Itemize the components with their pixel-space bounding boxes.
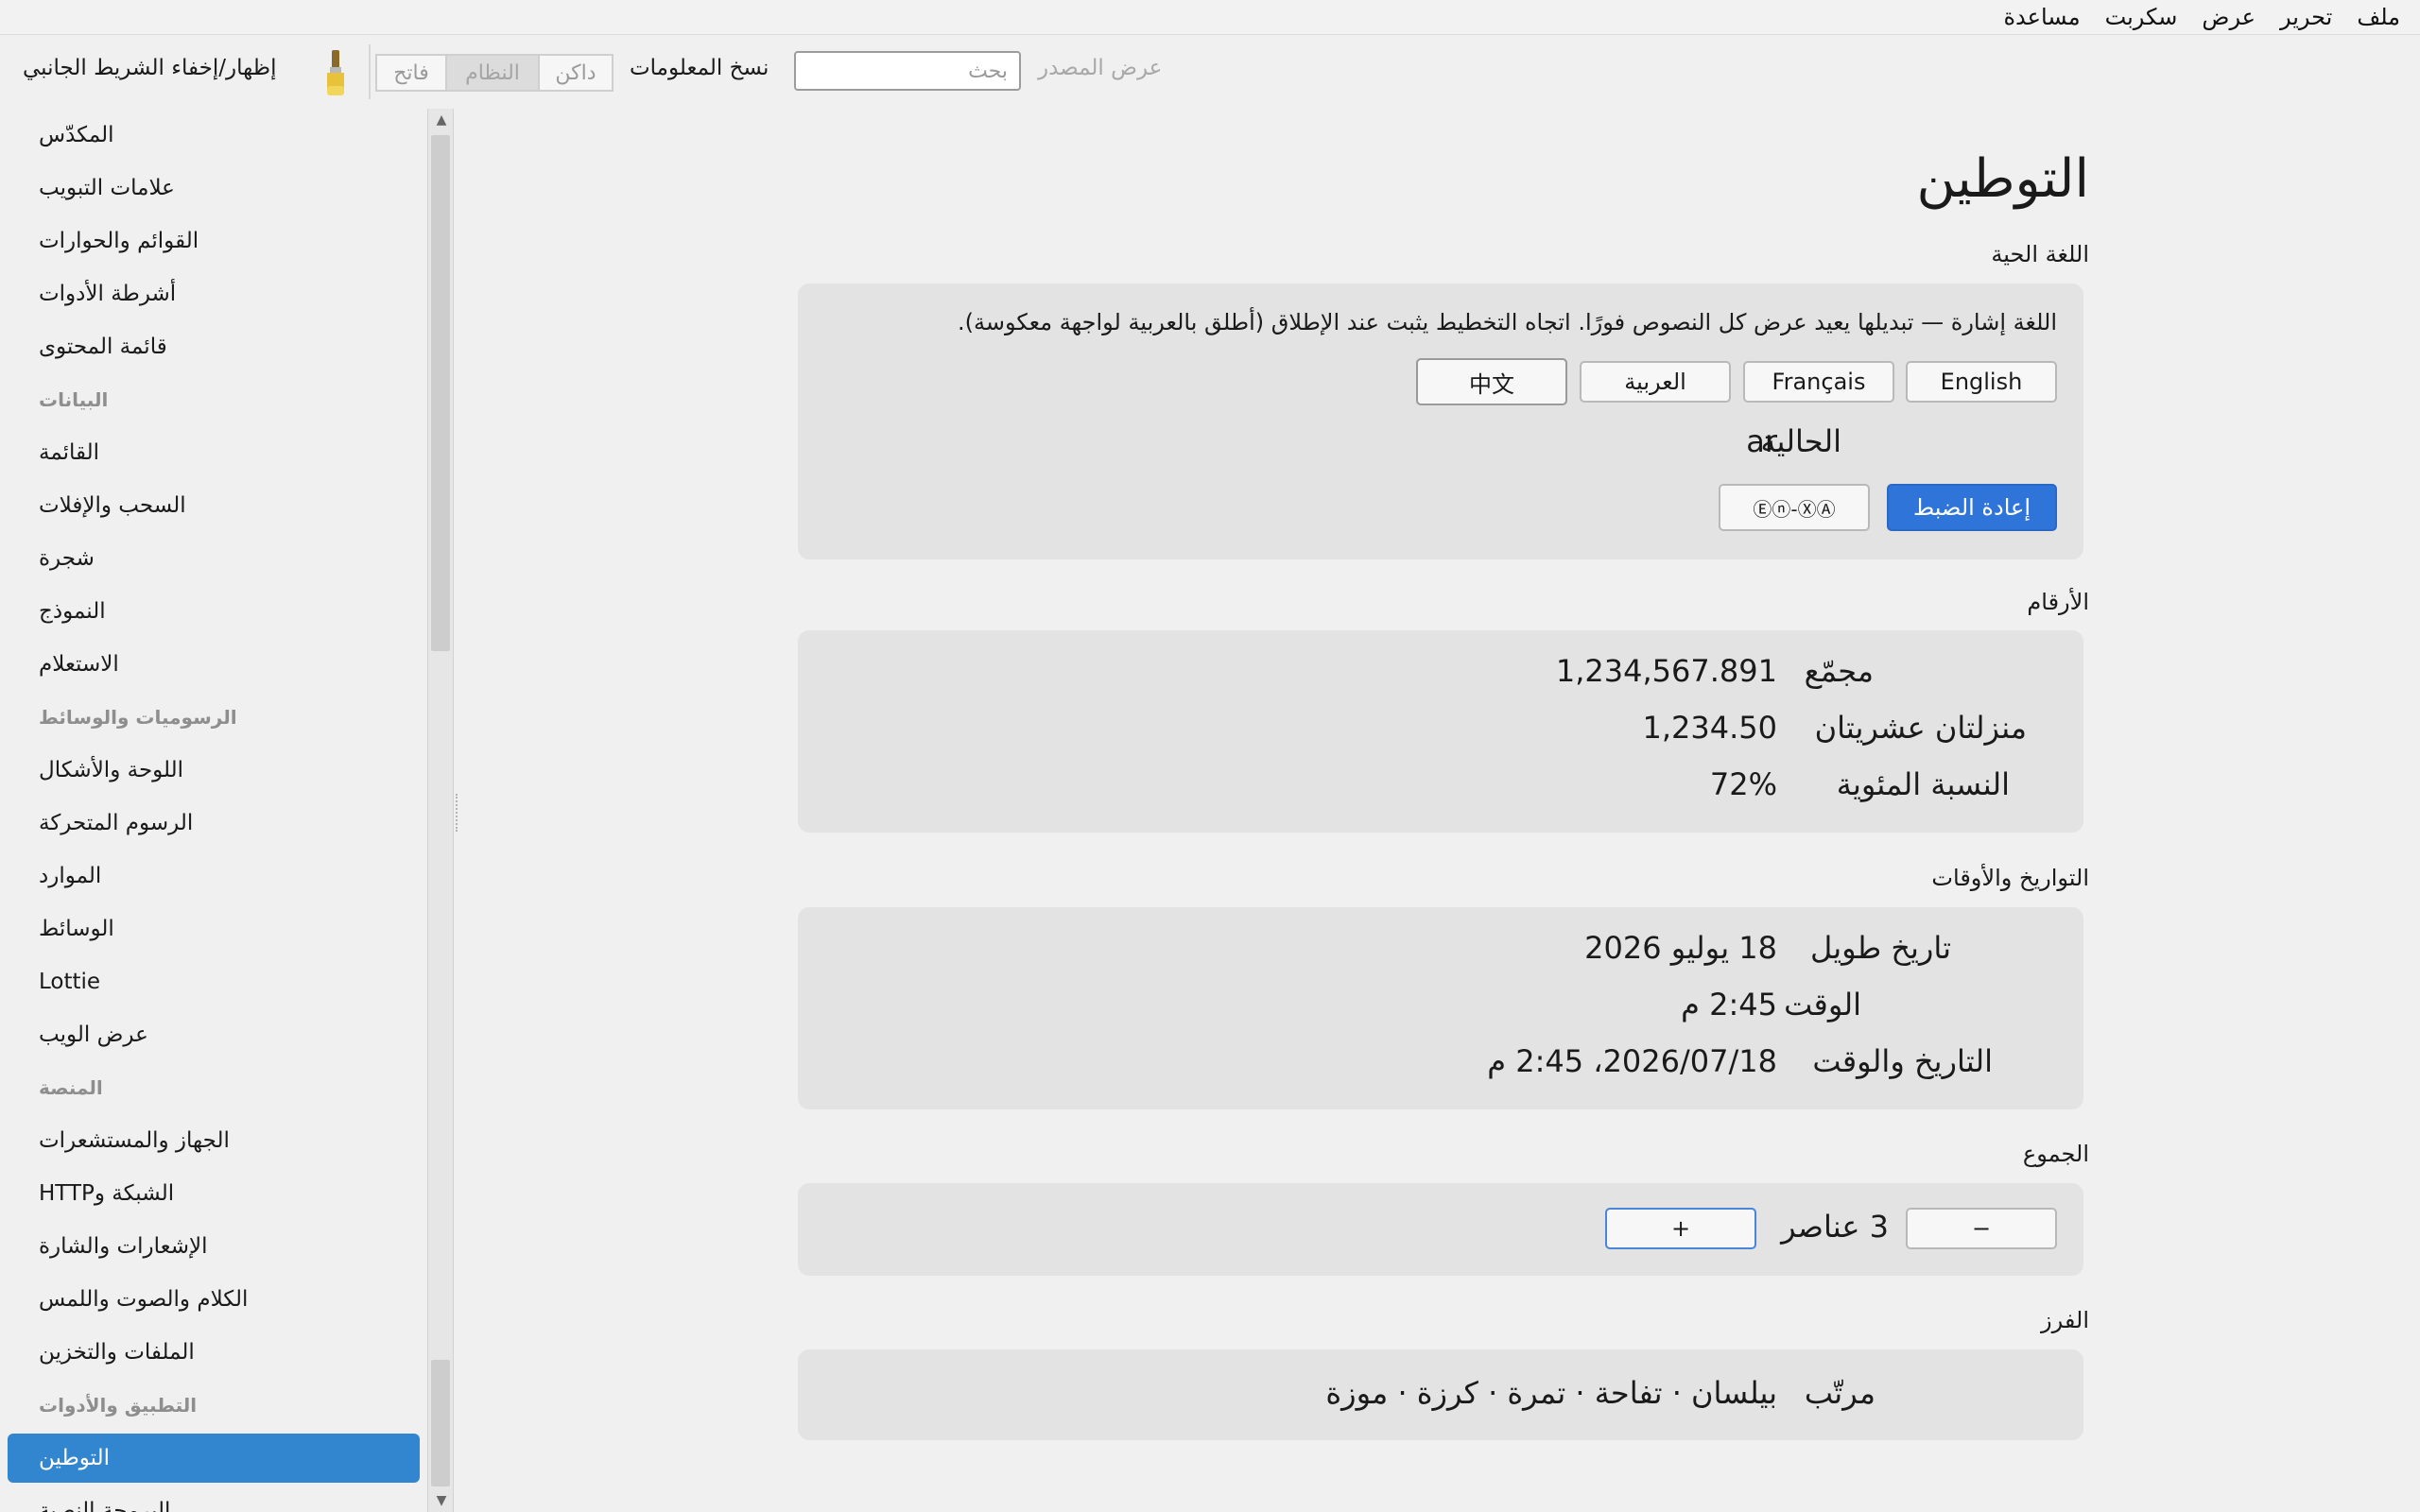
menu-help[interactable]: مساعدة: [1991, 0, 2092, 35]
page-title: التوطين: [1916, 148, 2089, 210]
sidebar-item[interactable]: الشبكة وHTTP: [8, 1167, 420, 1220]
sidebar-item[interactable]: القائمة: [8, 426, 420, 479]
sidebar-section-header: التطبيق والأدوات: [39, 1394, 198, 1417]
time-value: 2:45 م: [1681, 987, 1777, 1022]
decrement-button[interactable]: −: [1906, 1208, 2057, 1249]
sidebar-item[interactable]: النموذج: [8, 585, 420, 638]
time-label: الوقت: [1784, 987, 1861, 1022]
sidebar-item[interactable]: الاستعلام: [8, 638, 420, 691]
sidebar-item[interactable]: الجهاز والمستشعرات: [8, 1114, 420, 1167]
reset-button[interactable]: إعادة الضبط: [1887, 484, 2057, 531]
numbers-card: مجمّع 1,234,567.891 منزلتان عشريتان 1,23…: [798, 630, 2083, 833]
sidebar-item[interactable]: اللوحة والأشكال: [8, 744, 420, 797]
menu-script[interactable]: سكربت: [2093, 0, 2190, 35]
number-grouped-label: مجمّع: [1804, 653, 1874, 689]
sidebar-item[interactable]: السحب والإفلات: [8, 479, 420, 532]
appearance-segmented: فاتح النظام داكن: [375, 54, 614, 92]
number-percent-value: 72%: [1709, 766, 1777, 802]
menu-view[interactable]: عرض: [2189, 0, 2268, 35]
number-percent-label: النسبة المئوية: [1836, 766, 2010, 802]
section-title-sorting: الفرز: [2041, 1307, 2089, 1333]
plural-count-text: 3 عناصر: [1781, 1209, 1889, 1245]
lang-english-button[interactable]: English: [1906, 361, 2057, 403]
number-two-decimals-label: منزلتان عشريتان: [1814, 710, 2027, 746]
sidebar-section-header: المنصة: [39, 1076, 103, 1099]
sidebar-item[interactable]: الكلام والصوت واللمس: [8, 1273, 420, 1326]
number-two-decimals-value: 1,234.50: [1642, 710, 1778, 746]
scroll-down-arrow-icon[interactable]: ▼: [428, 1489, 455, 1512]
toggle-sidebar-button[interactable]: إظهار/إخفاء الشريط الجانبي: [23, 56, 276, 80]
sidebar-item[interactable]: الموارد: [8, 850, 420, 902]
sorting-card: مرتّب بيلسان · تفاحة · تمرة · كرزة · موز…: [798, 1349, 2083, 1440]
pseudo-locale-button[interactable]: Ⓔⓝ-ⓍⒶ: [1719, 484, 1870, 531]
sidebar-item[interactable]: علامات التبويب: [8, 162, 420, 215]
sidebar-item[interactable]: Lottie: [8, 955, 420, 1008]
sidebar-item[interactable]: الإشعارات والشارة: [8, 1220, 420, 1273]
appearance-system-button[interactable]: النظام: [445, 54, 538, 92]
live-language-note: اللغة إشارة — تبديلها يعيد عرض كل النصوص…: [958, 309, 2057, 335]
lang-chinese-button[interactable]: 中文: [1416, 358, 1567, 405]
scroll-up-arrow-icon[interactable]: ▲: [428, 109, 455, 131]
toolbar-separator: [369, 44, 371, 99]
lang-french-button[interactable]: Français: [1743, 361, 1894, 403]
section-title-numbers: الأرقام: [2027, 589, 2089, 615]
paintbrush-icon[interactable]: [320, 48, 352, 97]
sorted-label: مرتّب: [1804, 1375, 1876, 1411]
sidebar-scrollbar[interactable]: ▲ ▼: [427, 109, 454, 1512]
sidebar-list: المكدّس علامات التبويب القوائم والحوارات أش…: [0, 109, 427, 1512]
dates-card: تاريخ طويل 18 يوليو 2026 الوقت 2:45 م ال…: [798, 907, 2083, 1109]
toolbar: إظهار/إخفاء الشريط الجانبي فاتح النظام د…: [0, 35, 2420, 109]
live-language-card: اللغة إشارة — تبديلها يعيد عرض كل النصوص…: [798, 284, 2083, 559]
lang-arabic-button[interactable]: العربية: [1580, 361, 1731, 403]
main-content: التوطين اللغة الحية اللغة إشارة — تبديله…: [459, 109, 2420, 1512]
menu-file[interactable]: ملف: [2344, 0, 2412, 35]
copy-info-button[interactable]: نسخ المعلومات: [630, 56, 769, 80]
date-long-label: تاريخ طويل: [1810, 930, 1951, 966]
appearance-dark-button[interactable]: داكن: [538, 54, 614, 92]
sidebar-item[interactable]: أشرطة الأدوات: [8, 267, 420, 320]
datetime-value: 2026/07/18، 2:45 م: [1487, 1043, 1777, 1079]
date-long-value: 18 يوليو 2026: [1584, 930, 1777, 966]
datetime-label: التاريخ والوقت: [1812, 1043, 1993, 1079]
scrollbar-track-marker: [431, 1360, 450, 1486]
sidebar-item[interactable]: الملفات والتخزين: [8, 1326, 420, 1379]
menubar: ملف تحرير عرض سكربت مساعدة: [0, 0, 2420, 35]
sidebar-item[interactable]: المكدّس: [8, 109, 420, 162]
increment-button[interactable]: +: [1605, 1208, 1756, 1249]
sorted-value: بيلسان · تفاحة · تمرة · كرزة · موزة: [1325, 1375, 1777, 1411]
sidebar-item[interactable]: عرض الويب: [8, 1008, 420, 1061]
view-source-button[interactable]: عرض المصدر: [1038, 56, 1162, 80]
search-input[interactable]: [794, 51, 1021, 91]
sidebar: المكدّس علامات التبويب القوائم والحوارات أش…: [0, 109, 427, 1512]
number-grouped-value: 1,234,567.891: [1555, 653, 1777, 689]
sidebar-item[interactable]: البرمجة النصية: [8, 1485, 420, 1512]
sidebar-section-header: البيانات: [39, 388, 109, 411]
sidebar-item-active[interactable]: التوطين: [8, 1434, 420, 1483]
current-language-value: ar: [1746, 423, 1777, 459]
sidebar-section-header: الرسوميات والوسائط: [39, 706, 237, 729]
sidebar-item[interactable]: شجرة: [8, 532, 420, 585]
menu-edit[interactable]: تحرير: [2268, 0, 2344, 35]
sidebar-item[interactable]: الوسائط: [8, 902, 420, 955]
section-title-live-language: اللغة الحية: [1991, 241, 2089, 267]
sidebar-item[interactable]: قائمة المحتوى: [8, 320, 420, 373]
sidebar-item[interactable]: القوائم والحوارات: [8, 215, 420, 267]
appearance-light-button[interactable]: فاتح: [375, 54, 445, 92]
sidebar-item[interactable]: الرسوم المتحركة: [8, 797, 420, 850]
section-title-dates: التواريخ والأوقات: [1931, 865, 2089, 891]
section-title-plurals: الجموع: [2022, 1141, 2089, 1167]
scrollbar-thumb[interactable]: [431, 135, 450, 651]
plurals-card: − 3 عناصر +: [798, 1183, 2083, 1276]
